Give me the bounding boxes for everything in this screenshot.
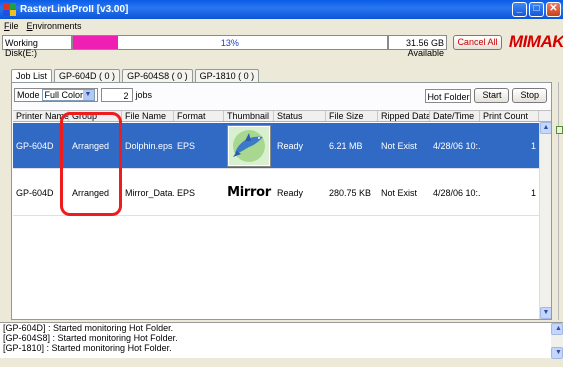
slider-track [558,82,559,320]
scroll-up-icon[interactable]: ▲ [540,122,551,134]
cancel-all-button[interactable]: Cancel All [453,34,502,50]
cell-thumbnail [224,123,274,168]
slider-handle[interactable] [556,126,563,134]
disk-available: 31.56 GB Available [387,34,448,58]
col-status[interactable]: Status [274,111,326,121]
scroll-up-icon[interactable]: ▲ [551,323,563,335]
maximize-button[interactable]: □ [529,2,544,17]
window-title: RasterLinkProII [v3.00] [20,4,129,15]
chevron-down-icon: ▼ [82,90,94,100]
col-format[interactable]: Format [174,111,224,121]
stop-button[interactable]: Stop [512,88,547,103]
log-scrollbar[interactable]: ▲ ▼ [551,323,563,359]
menu-file[interactable]: File [4,21,19,31]
table-scrollbar[interactable]: ▲ ▼ [539,122,551,319]
scroll-down-icon[interactable]: ▼ [540,307,551,319]
cell-file-name: Mirror_Data... [125,187,174,198]
log-pane: [GP-604D] : Started monitoring Hot Folde… [0,322,563,359]
cell-format: EPS [177,140,196,151]
cell-status: Ready [277,140,304,151]
job-table: Printer Name Group File Name Format Thum… [13,110,551,319]
tab-gp-604d[interactable]: GP-604D ( 0 ) [54,69,121,82]
table-header: Printer Name Group File Name Format Thum… [13,111,551,122]
col-thumbnail[interactable]: Thumbnail [224,111,274,121]
close-button[interactable]: ✕ [546,2,561,17]
cell-print-count: 1 [530,140,536,151]
disk-usage-percent: 13% [220,37,239,48]
log-line: [GP-604D] : Started monitoring Hot Folde… [3,323,174,333]
mode-box: Mode Full Color ▼ [14,88,98,102]
col-file-name[interactable]: File Name [122,111,174,121]
dolphin-thumbnail-image [227,124,271,167]
tab-bar: Job List GP-604D ( 0 ) GP-604S8 ( 0 ) GP… [11,69,260,83]
cell-ripped-data: Not Exist [381,140,418,151]
hot-folder-row: Hot Folder Start Stop [425,88,547,103]
minimize-button[interactable]: _ [512,2,527,17]
side-slider[interactable] [555,82,563,320]
start-button[interactable]: Start [474,88,510,103]
tab-gp-604s8[interactable]: GP-604S8 ( 0 ) [122,69,193,82]
tab-job-list[interactable]: Job List [11,69,53,83]
mirror-thumbnail-text: Mirror [227,185,271,200]
working-disk-label: Working Disk(E:) [2,34,73,58]
cell-thumbnail: Mirror [224,170,274,215]
col-file-size[interactable]: File Size [326,111,378,121]
col-printer-name[interactable]: Printer Name [13,111,69,121]
col-group[interactable]: Group [69,111,122,121]
tab-gp-1810[interactable]: GP-1810 ( 0 ) [194,69,260,82]
col-print-count[interactable]: Print Count [480,111,539,121]
log-line: [GP-604S8] : Started monitoring Hot Fold… [3,333,178,343]
menu-environments[interactable]: Environments [27,21,82,31]
cell-date-time: 4/28/06 10:... [433,140,480,151]
col-date-time[interactable]: Date/Time [430,111,480,121]
cell-print-count: 1 [530,187,536,198]
mode-value: Full Color [44,90,84,100]
col-ripped-data[interactable]: Ripped Data [378,111,430,121]
title-bar: RasterLinkProII [v3.00] _ □ ✕ [0,0,563,19]
cell-printer: GP-604D [16,140,54,151]
mode-label: Mode [17,90,40,100]
cell-file-name: Dolphin.eps [125,140,173,151]
cell-file-size: 6.21 MB [329,140,363,151]
cell-ripped-data: Not Exist [381,187,418,198]
hot-folder-label: Hot Folder [425,88,472,103]
cell-group: Arranged [72,187,110,198]
cell-file-size: 280.75 KB [329,187,372,198]
cell-format: EPS [177,187,196,198]
app-icon [3,3,16,16]
jobs-count: 2 [100,88,133,102]
mirror-thumbnail-image: Mirror [227,171,271,214]
table-row[interactable]: GP-604D Arranged Mirror_Data... EPS Mirr… [13,170,539,216]
mimaki-logo: MIMAKI [508,32,563,51]
disk-row: Working Disk(E:) 13% 31.56 GB Available … [2,32,563,58]
menu-bar: File Environments [0,19,563,33]
job-list-panel: Mode Full Color ▼ 2 jobs Hot Folder Star… [11,82,552,320]
mode-row: Mode Full Color ▼ 2 jobs [14,88,152,102]
scroll-down-icon[interactable]: ▼ [551,347,563,359]
mode-select[interactable]: Full Color ▼ [41,89,95,101]
cell-status: Ready [277,187,304,198]
jobs-label: jobs [135,90,153,100]
cell-printer: GP-604D [16,187,54,198]
cell-group: Arranged [72,140,110,151]
log-line: [GP-1810] : Started monitoring Hot Folde… [3,343,172,353]
dolphin-icon [229,126,269,165]
disk-usage-bar: 13% [72,34,388,50]
cell-date-time: 4/28/06 10:... [433,187,480,198]
table-row[interactable]: GP-604D Arranged Dolphin.eps EPS Ready 6… [13,123,539,169]
